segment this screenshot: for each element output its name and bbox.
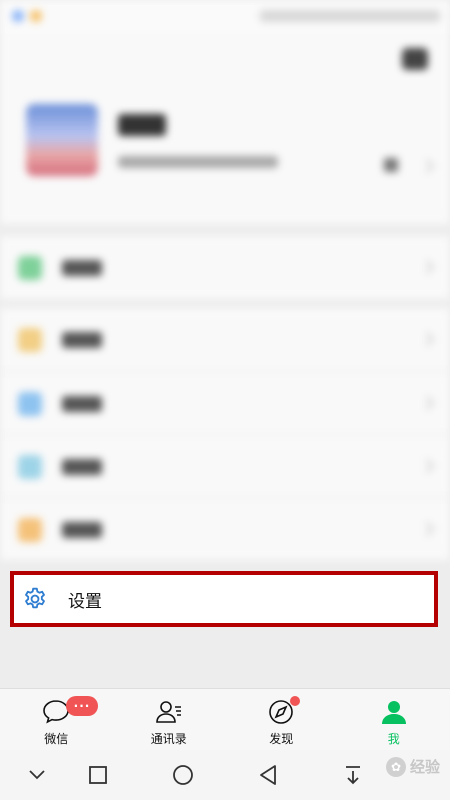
tab-chats[interactable]: 微信 xyxy=(0,689,113,750)
notification-dot xyxy=(290,696,300,706)
chevron-right-icon xyxy=(419,331,435,347)
profile-card[interactable] xyxy=(0,34,450,224)
tab-me[interactable]: 我 xyxy=(338,689,450,750)
qr-code-icon[interactable] xyxy=(384,158,398,172)
chevron-right-icon xyxy=(419,458,435,474)
menu-item-favorites[interactable] xyxy=(0,308,450,371)
watermark-text: 经验 xyxy=(409,758,440,776)
pay-icon xyxy=(18,256,42,280)
chevron-right-icon xyxy=(419,521,435,537)
home-circle-icon[interactable] xyxy=(170,762,196,788)
chevron-right-icon xyxy=(419,259,435,275)
paw-icon: ✿ xyxy=(385,756,406,777)
avatar[interactable] xyxy=(26,104,98,176)
status-icon xyxy=(30,10,42,22)
menu-item-cards[interactable] xyxy=(0,434,450,497)
menu-group-main xyxy=(0,308,450,560)
menu-item-label-blurred xyxy=(62,396,102,412)
favorites-icon xyxy=(18,328,42,352)
menu-item-settings[interactable]: 设置 xyxy=(10,571,438,627)
person-icon xyxy=(379,697,409,727)
menu-item-label-blurred xyxy=(62,459,102,475)
back-triangle-icon[interactable] xyxy=(255,762,281,788)
tab-label: 微信 xyxy=(44,732,69,746)
menu-item-album[interactable] xyxy=(0,371,450,434)
menu-item-stickers[interactable] xyxy=(0,497,450,560)
chevron-down-icon[interactable] xyxy=(24,762,50,788)
gear-icon xyxy=(22,586,48,612)
menu-item-label-blurred xyxy=(62,332,102,348)
tab-discover[interactable]: 发现 xyxy=(225,689,338,750)
settings-label: 设置 xyxy=(68,591,102,612)
system-nav-bar xyxy=(0,750,450,800)
chevron-right-icon xyxy=(419,395,435,411)
recents-square-icon[interactable] xyxy=(85,762,111,788)
menu-item-label-blurred xyxy=(62,522,102,538)
tab-label: 发现 xyxy=(269,732,294,746)
wechat-id-blurred xyxy=(118,156,278,168)
menu-group-pay xyxy=(0,236,450,299)
menu-item-label-blurred xyxy=(62,260,102,276)
status-icon xyxy=(12,10,24,22)
status-bar xyxy=(0,0,450,34)
nickname-blurred xyxy=(118,114,166,136)
camera-icon[interactable] xyxy=(402,48,428,70)
contacts-icon xyxy=(154,697,184,727)
album-icon xyxy=(18,392,42,416)
status-indicators xyxy=(260,10,440,22)
download-icon[interactable] xyxy=(340,762,366,788)
stickers-icon xyxy=(18,518,42,542)
menu-item-pay[interactable] xyxy=(0,236,450,299)
tab-contacts[interactable]: 通讯录 xyxy=(113,689,226,750)
watermark: ✿ 经验 xyxy=(385,756,440,777)
cards-icon xyxy=(18,455,42,479)
tab-label: 通讯录 xyxy=(150,732,187,746)
chevron-right-icon xyxy=(419,158,435,174)
bottom-tab-bar: 微信 通讯录 发现 我 xyxy=(0,688,450,750)
unread-badge: ··· xyxy=(66,696,98,716)
tab-label: 我 xyxy=(387,732,400,746)
